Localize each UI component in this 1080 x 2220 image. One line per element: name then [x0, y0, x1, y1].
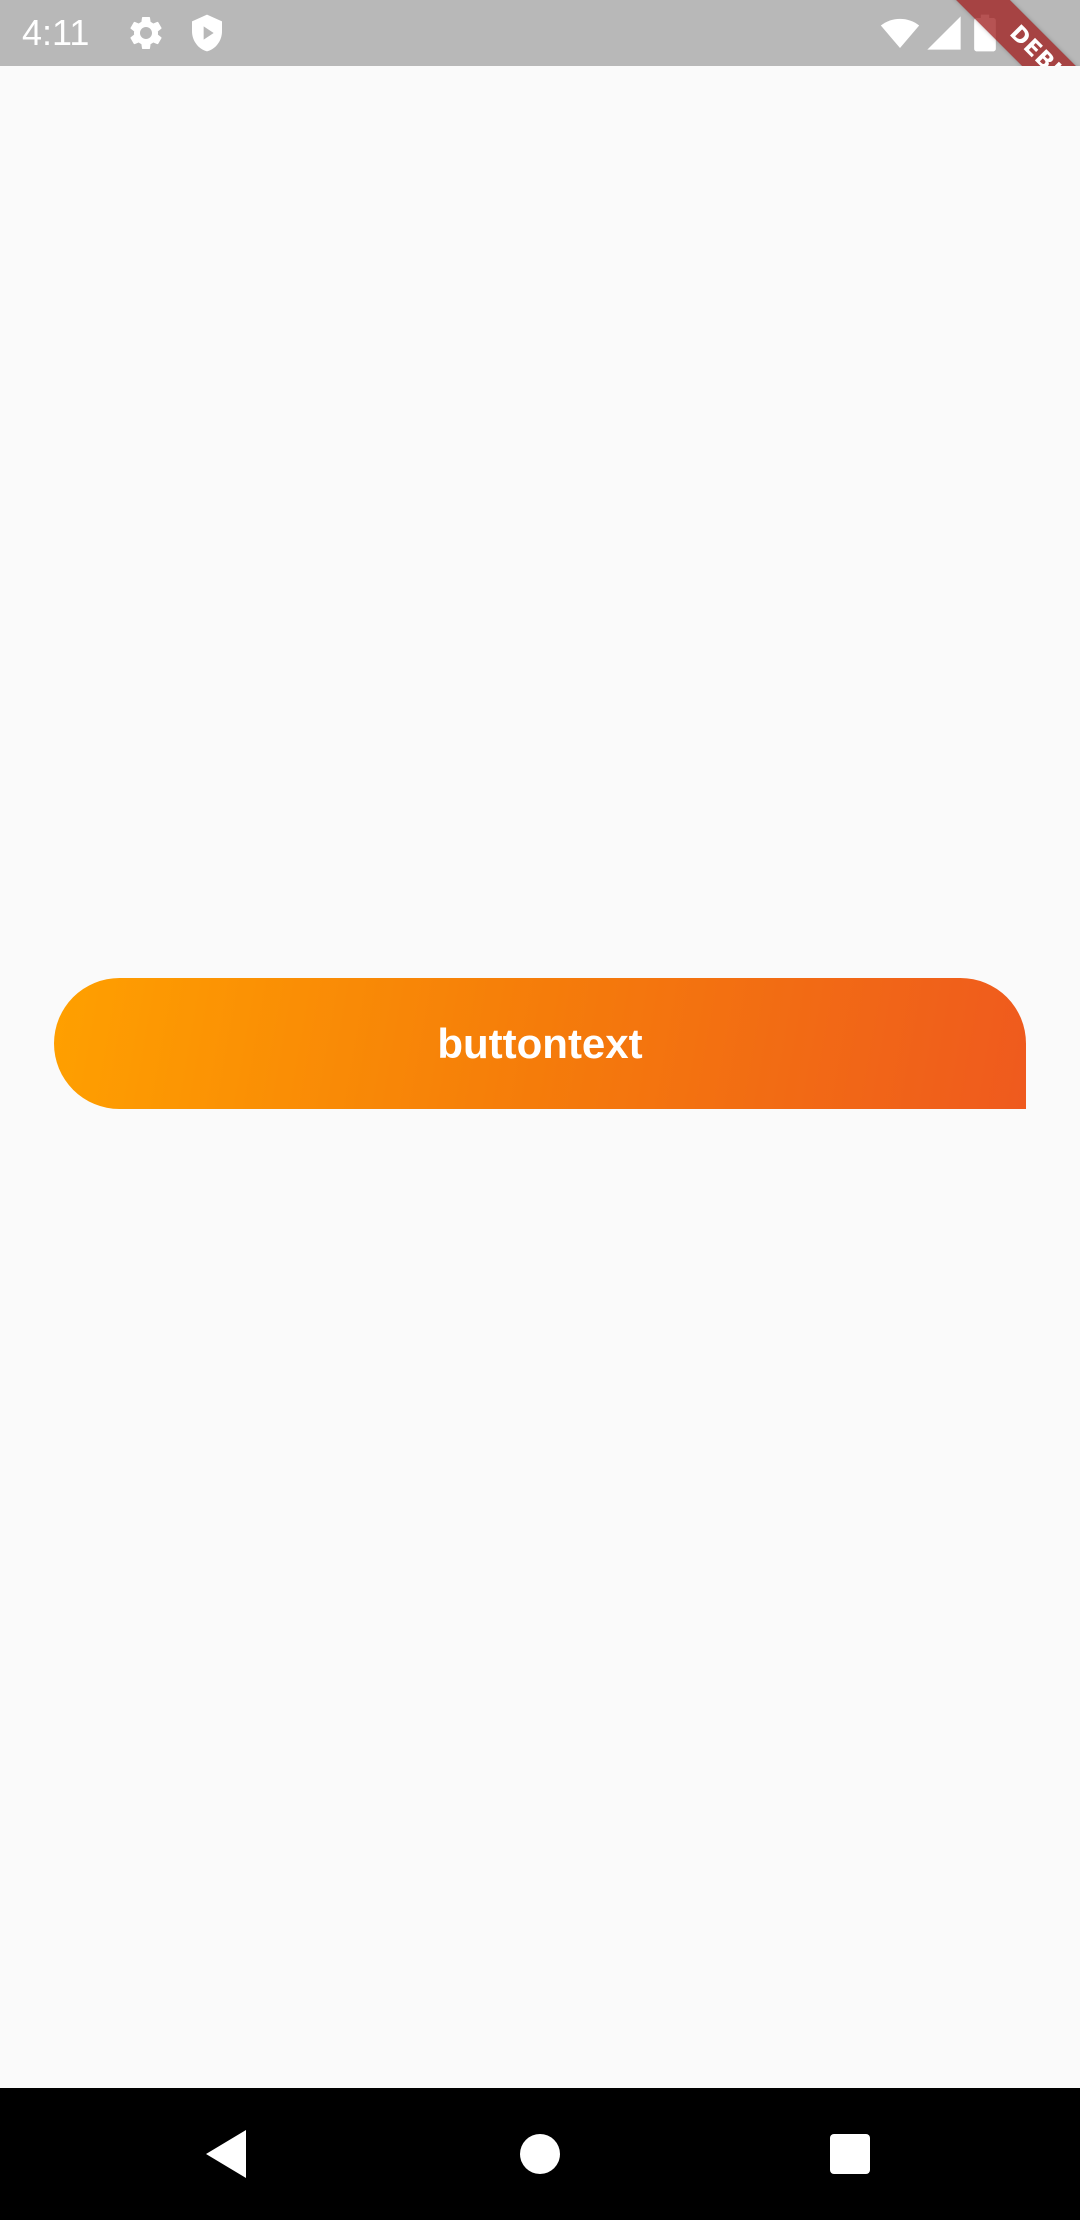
gradient-button[interactable]: buttontext: [54, 978, 1026, 1109]
cell-signal-icon: [924, 13, 964, 53]
status-bar: 4:11: [0, 0, 1080, 66]
wifi-icon: [880, 13, 920, 53]
navigation-bar: [0, 2088, 1080, 2220]
status-time: 4:11: [22, 12, 90, 53]
settings-gear-icon: [126, 13, 166, 53]
recents-square-icon[interactable]: [820, 2124, 880, 2184]
back-triangle-icon[interactable]: [198, 2124, 258, 2184]
shield-play-icon: [187, 13, 227, 53]
button-label: buttontext: [437, 1019, 643, 1067]
home-circle-icon[interactable]: [510, 2124, 570, 2184]
